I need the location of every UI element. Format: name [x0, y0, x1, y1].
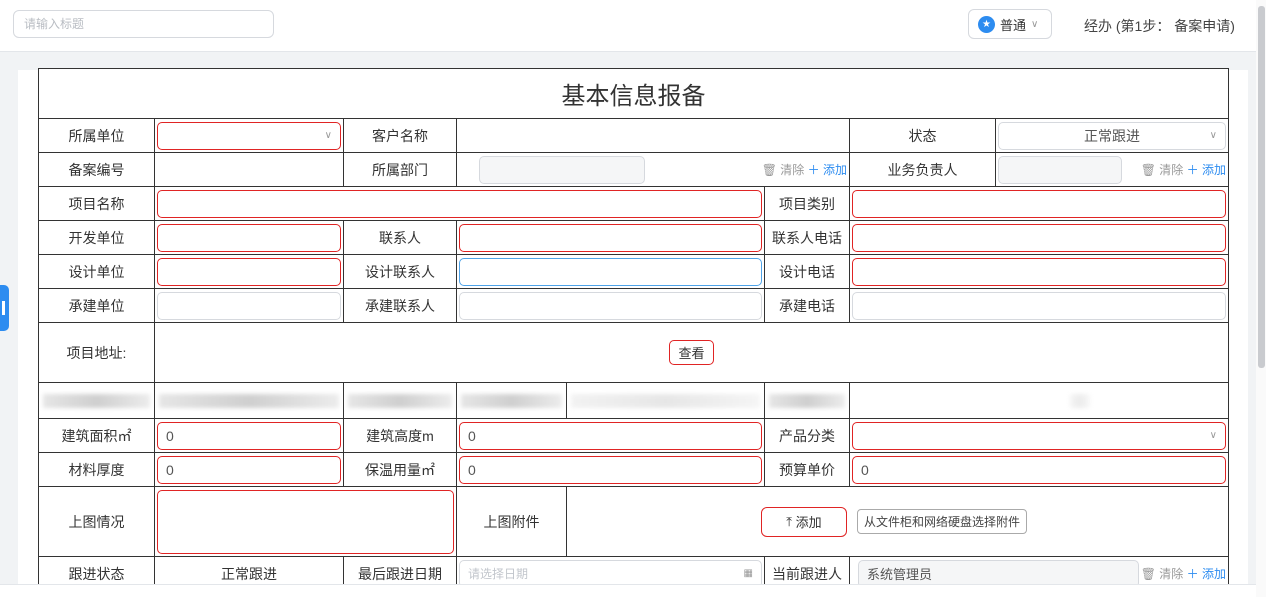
label-record-no: 备案编号 — [38, 152, 155, 187]
contractor-phone-input[interactable] — [852, 291, 1226, 320]
label-owner: 业务负责人 — [849, 152, 996, 187]
unit-select[interactable]: ∨ — [157, 121, 341, 150]
contact-input[interactable] — [459, 223, 762, 252]
title-input[interactable] — [13, 10, 274, 38]
contractor-input[interactable] — [157, 291, 341, 320]
upload-icon: ⤒ — [786, 513, 793, 529]
priority-label: 普通 — [1000, 17, 1027, 33]
label-design-unit: 设计单位 — [38, 254, 155, 289]
trash-icon: 🗑 — [1140, 163, 1156, 177]
label-drawing-attach: 上图附件 — [456, 486, 567, 557]
bottom-action-bar — [0, 584, 1256, 597]
label-address: 项目地址: — [38, 322, 155, 383]
product-category-select[interactable]: ∨ — [852, 421, 1226, 450]
redacted-cell — [849, 382, 1229, 419]
label-product-cat: 产品分类 — [764, 418, 850, 453]
follower-add-button[interactable]: ＋ 添加 — [1187, 567, 1226, 581]
chevron-down-icon: ∨ — [1209, 130, 1217, 141]
contractor-contact-input[interactable] — [459, 291, 762, 320]
chevron-down-icon: ∨ — [1209, 430, 1217, 441]
owner-field[interactable] — [998, 155, 1122, 184]
dept-clear-button[interactable]: 🗑 清除 — [762, 163, 805, 177]
label-status: 状态 — [849, 118, 996, 153]
owner-clear-button[interactable]: 🗑 清除 — [1141, 163, 1184, 177]
calendar-icon: ▦ — [743, 568, 753, 579]
top-bar: ★ 普通 ∨ 经办 (第1步： 备案申请) — [0, 0, 1266, 52]
contact-phone-input[interactable] — [852, 223, 1226, 252]
redacted-cell — [764, 382, 850, 419]
label-drawing: 上图情况 — [38, 486, 155, 557]
customer-value — [456, 118, 850, 153]
label-project-name: 项目名称 — [38, 186, 155, 221]
star-icon: ★ — [978, 15, 995, 33]
design-phone-input[interactable] — [852, 257, 1226, 286]
side-panel-toggle[interactable] — [0, 285, 9, 331]
project-name-input[interactable] — [157, 189, 762, 218]
developer-input[interactable] — [157, 223, 341, 252]
record-no-value — [154, 152, 344, 187]
status-select[interactable]: 正常跟进 ∨ — [998, 121, 1226, 150]
priority-select[interactable]: ★ 普通 ∨ — [968, 9, 1052, 39]
drawing-textarea[interactable] — [157, 489, 454, 554]
upload-add-button[interactable]: ⤒ 添加 — [761, 506, 847, 537]
status-value: 正常跟进 — [1084, 127, 1140, 144]
choose-from-cabinet-button[interactable]: 从文件柜和网络硬盘选择附件 — [857, 509, 1028, 534]
design-contact-input[interactable] — [459, 257, 762, 286]
label-design-phone: 设计电话 — [764, 254, 850, 289]
chevron-down-icon: ∨ — [1031, 18, 1039, 30]
label-dept: 所属部门 — [343, 152, 457, 187]
label-contact: 联系人 — [343, 220, 457, 255]
label-contact-phone: 联系人电话 — [764, 220, 850, 255]
label-project-type: 项目类别 — [764, 186, 850, 221]
workflow-step-text: 经办 (第1步： 备案申请) — [1084, 18, 1235, 34]
label-budget-price: 预算单价 — [764, 452, 850, 487]
label-area: 建筑面积㎡ — [38, 418, 155, 453]
label-contractor-contact: 承建联系人 — [343, 288, 457, 323]
chevron-down-icon: ∨ — [324, 130, 332, 141]
view-address-button[interactable]: 查看 — [669, 340, 714, 365]
label-developer: 开发单位 — [38, 220, 155, 255]
redacted-cell — [456, 382, 567, 419]
redacted-cell — [38, 382, 155, 419]
owner-add-button[interactable]: ＋ 添加 — [1187, 163, 1226, 177]
label-contractor: 承建单位 — [38, 288, 155, 323]
label-design-contact: 设计联系人 — [343, 254, 457, 289]
label-thickness: 材料厚度 — [38, 452, 155, 487]
trash-icon: 🗑 — [761, 163, 777, 177]
height-input[interactable]: 0 — [459, 421, 762, 450]
thickness-input[interactable]: 0 — [157, 455, 341, 484]
redacted-cell — [566, 382, 765, 419]
project-type-input[interactable] — [852, 189, 1226, 218]
area-input[interactable]: 0 — [157, 421, 341, 450]
dept-field[interactable] — [479, 155, 645, 184]
redacted-cell — [154, 382, 344, 419]
insulation-input[interactable]: 0 — [459, 455, 762, 484]
budget-price-input[interactable]: 0 — [852, 455, 1226, 484]
dept-add-button[interactable]: ＋ 添加 — [808, 163, 847, 177]
label-height: 建筑高度m — [343, 418, 457, 453]
trash-icon: 🗑 — [1140, 567, 1156, 581]
basic-info-form: 基本信息报备 所属单位 ∨ 客户名称 状态 正常跟进 ∨ 备案编号 所属部门 🗑 … — [38, 68, 1229, 591]
label-contractor-phone: 承建电话 — [764, 288, 850, 323]
label-unit: 所属单位 — [38, 118, 155, 153]
follower-clear-button[interactable]: 🗑 清除 — [1141, 567, 1184, 581]
form-title: 基本信息报备 — [38, 68, 1229, 119]
design-unit-input[interactable] — [157, 257, 341, 286]
scrollbar-thumb[interactable] — [1258, 6, 1265, 368]
redacted-cell — [343, 382, 457, 419]
handle-icon — [2, 301, 5, 315]
label-customer: 客户名称 — [343, 118, 457, 153]
label-insulation: 保温用量㎡ — [343, 452, 457, 487]
